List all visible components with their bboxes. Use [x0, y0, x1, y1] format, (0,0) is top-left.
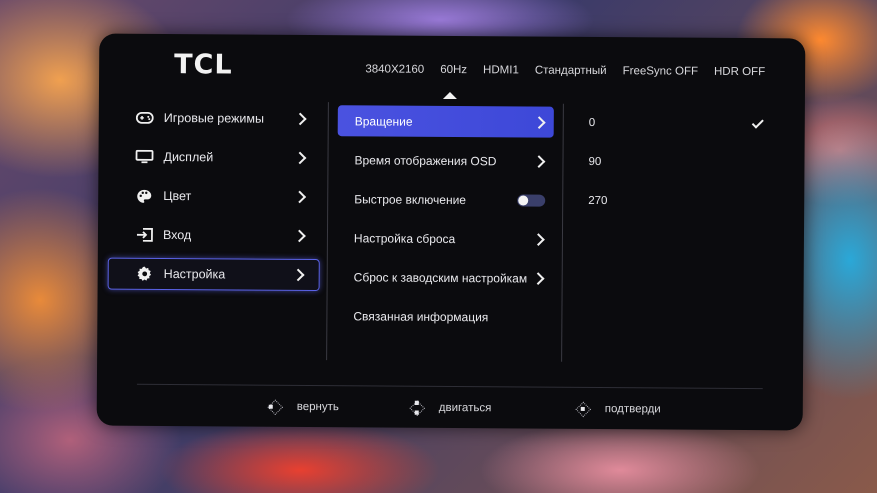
toggle-knob	[518, 194, 529, 206]
submenu-label: Связанная информация	[353, 308, 489, 324]
category-label: Игровые режимы	[163, 110, 265, 126]
settings-submenu: Вращение Время отображения OSD Быстрое в…	[336, 105, 554, 341]
scroll-up-arrow-icon[interactable]	[442, 91, 457, 100]
chevron-right-icon	[293, 112, 307, 126]
quick-start-toggle[interactable]	[517, 193, 546, 207]
column-divider	[326, 102, 329, 361]
submenu-label: Вращение	[354, 113, 413, 129]
hint-confirm: подтверди	[575, 401, 661, 418]
status-freesync: FreeSync OFF	[622, 65, 699, 78]
status-input: HDMI1	[483, 64, 519, 77]
option-label: 90	[588, 155, 602, 168]
submenu-item-osd-timeout[interactable]: Время отображения OSD	[337, 144, 553, 177]
gamepad-icon	[135, 111, 154, 125]
input-icon	[135, 227, 153, 242]
dpad-center-icon	[575, 401, 591, 417]
tcl-logo: TCL	[174, 49, 233, 81]
chevron-right-icon	[291, 268, 305, 282]
option-rotation-270[interactable]: 270	[578, 185, 768, 217]
column-divider	[561, 103, 564, 362]
submenu-item-reset-settings[interactable]: Настройка сброса	[337, 222, 553, 255]
status-bar: 3840X2160 60Hz HDMI1 Стандартный FreeSyn…	[365, 63, 765, 78]
category-label: Вход	[162, 227, 192, 243]
chevron-right-icon	[293, 229, 306, 243]
checkmark-icon	[751, 116, 764, 129]
status-refresh-rate: 60Hz	[440, 63, 468, 77]
category-menu: Игровые режимы Дисплей Цвет Вход Настрой…	[107, 102, 321, 298]
status-picture-mode: Стандартный	[534, 64, 607, 78]
status-hdr: HDR OFF	[713, 65, 766, 79]
category-item-color[interactable]: Цвет	[108, 180, 320, 213]
category-item-input[interactable]: Вход	[108, 219, 320, 252]
footer-hints: вернуть двигаться подтверди	[97, 398, 803, 423]
chevron-right-icon	[532, 232, 545, 246]
monitor-icon	[135, 149, 154, 164]
palette-icon	[135, 189, 153, 203]
category-item-settings[interactable]: Настройка	[107, 257, 320, 292]
option-label: 270	[588, 194, 608, 207]
chevron-right-icon	[293, 190, 307, 204]
hint-back: вернуть	[267, 399, 339, 416]
category-label: Дисплей	[163, 149, 214, 165]
hint-back-label: вернуть	[296, 400, 339, 414]
dpad-updown-icon	[409, 400, 425, 416]
hint-move-label: двигаться	[438, 401, 492, 415]
submenu-item-quick-start[interactable]: Быстрое включение	[337, 183, 553, 216]
rotation-options: 0 90 270	[578, 107, 769, 225]
osd-menu: TCL 3840X2160 60Hz HDMI1 Стандартный Fre…	[96, 33, 806, 431]
submenu-label: Сброс к заводским настройкам	[353, 269, 528, 286]
submenu-item-factory-reset[interactable]: Сброс к заводским настройкам	[337, 261, 553, 294]
submenu-label: Время отображения OSD	[354, 152, 497, 168]
submenu-label: Настройка сброса	[353, 230, 456, 246]
hint-confirm-label: подтверди	[604, 403, 661, 416]
category-item-display[interactable]: Дисплей	[108, 141, 320, 174]
option-rotation-90[interactable]: 90	[578, 146, 768, 178]
option-label: 0	[588, 116, 596, 129]
gear-icon	[136, 266, 154, 281]
category-label: Настройка	[163, 266, 226, 282]
hint-move: двигаться	[409, 400, 492, 417]
chevron-right-icon	[293, 151, 307, 165]
chevron-right-icon	[531, 271, 545, 285]
category-label: Цвет	[163, 188, 192, 204]
category-item-game-modes[interactable]: Игровые режимы	[109, 102, 321, 135]
footer-divider	[136, 383, 763, 390]
status-resolution: 3840X2160	[365, 63, 425, 76]
submenu-item-related-info[interactable]: Связанная информация	[336, 300, 552, 333]
option-rotation-0[interactable]: 0	[579, 107, 769, 139]
submenu-label: Быстрое включение	[354, 191, 467, 207]
dpad-left-icon	[267, 399, 283, 415]
chevron-right-icon	[532, 154, 546, 168]
submenu-item-rotation[interactable]: Вращение	[337, 105, 554, 138]
chevron-right-icon	[532, 115, 546, 129]
